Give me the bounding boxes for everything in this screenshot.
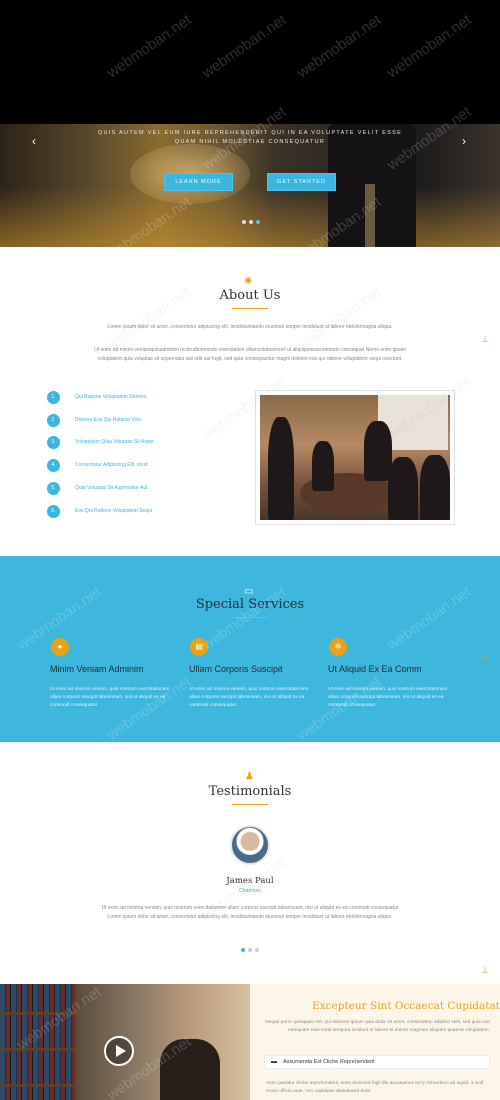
chevron-left-icon[interactable]: ‹ bbox=[32, 134, 36, 148]
hero-dot[interactable] bbox=[249, 220, 253, 224]
list-number: 5. bbox=[47, 481, 60, 495]
faq-panel: Excepteur Sint Occaecat Cupidatat Neque … bbox=[250, 984, 500, 1100]
list-number: 6. bbox=[47, 504, 60, 518]
service-text: Ut enim ad minima veniam, quis nostrum e… bbox=[328, 687, 448, 708]
list-label: Eos Qui Ratione Voluptatem Sequi bbox=[75, 508, 152, 514]
hero-dot-active[interactable] bbox=[256, 220, 260, 224]
accordion-header[interactable]: ▬ Assumenda Est Cliche Reprehenderit bbox=[264, 1055, 490, 1069]
about-title: About Us bbox=[219, 288, 281, 303]
list-label: Voluptatem Quia Voluptas Sit Asper bbox=[75, 439, 154, 445]
faq-title: Excepteur Sint Occaecat Cupidatat bbox=[312, 1000, 500, 1012]
monitor-icon: ▭ bbox=[244, 586, 254, 597]
testimonial-dot[interactable] bbox=[248, 948, 252, 952]
hero-pagination bbox=[242, 220, 260, 224]
list-label: Quia Voluptas Sit Aspernatur Aut bbox=[75, 485, 148, 491]
avatar bbox=[230, 825, 270, 865]
list-label: Qui Ratione Voluptatem Dolores bbox=[75, 394, 147, 400]
video-person bbox=[160, 1039, 220, 1100]
service-title: Minim Veniam Adminim bbox=[50, 664, 144, 674]
about-list-item: 2. Dolores Eos Qui Ratione Volu bbox=[47, 413, 141, 427]
about-list-item: 1. Qui Ratione Voluptatem Dolores bbox=[47, 390, 146, 404]
hero-slider: QUIS AUTEM VEL EUM IURE REPREHENDERIT QU… bbox=[0, 124, 500, 247]
list-number: 4. bbox=[47, 458, 60, 472]
play-icon[interactable] bbox=[104, 1036, 134, 1066]
testimonial-dot[interactable] bbox=[255, 948, 259, 952]
about-list-item: 6. Eos Qui Ratione Voluptatem Sequi bbox=[47, 504, 152, 518]
chart-icon: ▤ bbox=[190, 638, 208, 656]
about-text-1: Lorem ipsum dolor sit amet, consectetur … bbox=[107, 324, 393, 330]
testimonial-role: Chairman bbox=[239, 888, 261, 894]
chevron-right-icon[interactable]: › bbox=[462, 134, 466, 148]
photo-person bbox=[388, 457, 418, 520]
about-list-item: 3. Voluptatem Quia Voluptas Sit Asper bbox=[47, 435, 154, 449]
about-list-item: 4. Consectetur Adipiscing Elit, Incid bbox=[47, 458, 148, 472]
photo-person bbox=[268, 417, 294, 520]
service-title: Ullam Corporis Suscipit bbox=[189, 664, 283, 674]
service-title: Ut Aliquid Ex Ea Comm bbox=[328, 664, 422, 674]
photo-person bbox=[364, 421, 392, 481]
testimonials-title: Testimonials bbox=[208, 784, 292, 799]
accordion-text: Anim pariatur cliche reprehenderit, enim… bbox=[266, 1081, 484, 1094]
testimonials-underline bbox=[232, 804, 268, 805]
list-label: Consectetur Adipiscing Elit, Incid bbox=[75, 462, 148, 468]
faq-intro: Neque porro quisquam est, qui dolorem ip… bbox=[265, 1020, 490, 1033]
minus-icon: ▬ bbox=[271, 1059, 277, 1065]
hero-dot[interactable] bbox=[242, 220, 246, 224]
about-list-item: 5. Quia Voluptas Sit Aspernatur Aut bbox=[47, 481, 148, 495]
hero-caption: QUIS AUTEM VEL EUM IURE REPREHENDERIT QU… bbox=[97, 130, 403, 145]
about-photo bbox=[255, 390, 455, 525]
shelf-board bbox=[0, 1048, 75, 1051]
top-black-bar bbox=[0, 0, 500, 124]
photo-person bbox=[420, 455, 450, 520]
testimonial-name: James Paul bbox=[226, 876, 274, 886]
list-number: 1. bbox=[47, 390, 60, 404]
list-number: 2. bbox=[47, 413, 60, 427]
about-text-2: Ut enim ad minim veniamquisadmintm ncstr… bbox=[94, 347, 406, 362]
service-text: Ut enim ad minima veniam, quis nostrum e… bbox=[189, 687, 309, 708]
photo-person bbox=[312, 441, 334, 491]
testimonial-pagination bbox=[241, 948, 259, 952]
pin-icon: ⊥ bbox=[481, 651, 489, 661]
hero-floor bbox=[0, 187, 500, 247]
pin-icon: ⊥ bbox=[481, 965, 489, 975]
about-underline bbox=[232, 308, 268, 309]
testimonial-dot-active[interactable] bbox=[241, 948, 245, 952]
learn-more-button[interactable]: LEARN MORE bbox=[164, 173, 233, 191]
services-section bbox=[0, 556, 500, 742]
accordion-label: Assumenda Est Cliche Reprehenderit bbox=[283, 1059, 375, 1065]
services-underline bbox=[232, 617, 268, 618]
shelf-board bbox=[0, 1012, 75, 1015]
testimonial-text: Ut enim ad minima veniam, quis nostrum e… bbox=[101, 905, 399, 920]
lightbulb-icon: ✺ bbox=[244, 276, 253, 287]
users-icon: ♟ bbox=[245, 771, 254, 782]
service-text: Ut enim ad minima veniam, quis nostrum e… bbox=[50, 687, 170, 708]
shelf-board bbox=[0, 1084, 75, 1087]
services-title: Special Services bbox=[195, 597, 305, 612]
get-started-button[interactable]: GET STARTED bbox=[267, 173, 336, 191]
hero-person-detail bbox=[365, 184, 375, 247]
video-panel bbox=[0, 984, 250, 1100]
list-label: Dolores Eos Qui Ratione Volu bbox=[75, 417, 142, 423]
bookshelf-image bbox=[0, 984, 75, 1100]
pin-icon: ⊥ bbox=[481, 334, 489, 344]
gear-icon: ✲ bbox=[329, 638, 347, 656]
user-icon: ● bbox=[51, 638, 69, 656]
list-number: 3. bbox=[47, 435, 60, 449]
